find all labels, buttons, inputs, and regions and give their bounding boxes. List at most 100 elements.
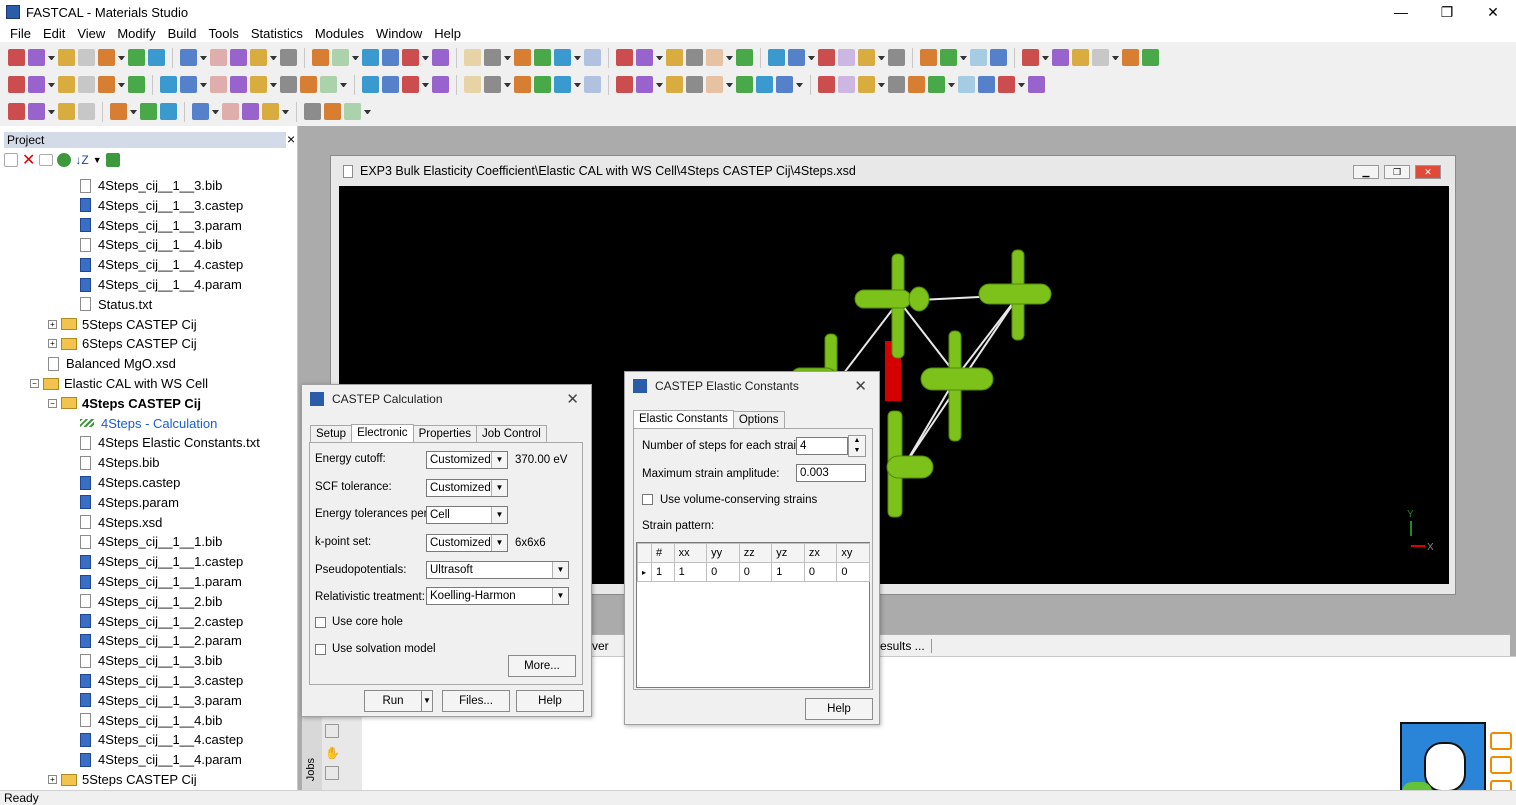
menu-view[interactable]: View	[71, 26, 111, 41]
close-button[interactable]: ✕	[1470, 0, 1516, 24]
menu-modules[interactable]: Modules	[309, 26, 370, 41]
elastic-help-button[interactable]: Help	[805, 698, 873, 720]
toolbar-tool-icon[interactable]	[180, 76, 197, 93]
pseudopotentials-combo[interactable]: Ultrasoft ▼	[426, 561, 569, 579]
toolbar-tool-icon[interactable]	[312, 49, 329, 66]
jobs-view-icon[interactable]	[325, 766, 339, 780]
tab-elastic-constants[interactable]: Elastic Constants	[633, 410, 734, 428]
steps-spinner[interactable]: ▲ ▼	[848, 435, 866, 457]
toolbar-tool-icon[interactable]	[98, 76, 115, 93]
tree-item[interactable]: 4Steps_cij__1__4.castep	[80, 730, 243, 749]
toolbar-tool-icon[interactable]	[382, 76, 399, 93]
import-icon[interactable]	[105, 153, 120, 167]
delete-icon[interactable]: ✕	[22, 150, 35, 170]
toolbar-tool-icon[interactable]	[432, 49, 449, 66]
cell-yy[interactable]: 0	[706, 562, 740, 582]
toolbar-tool-icon[interactable]	[230, 49, 247, 66]
tree-item[interactable]: Status.txt	[80, 295, 152, 314]
toolbar-tool-icon[interactable]	[250, 49, 267, 66]
tree-item[interactable]: 4Steps.castep	[80, 473, 180, 492]
toolbar-tool-icon[interactable]	[262, 103, 279, 120]
toolbar-tool-icon[interactable]	[362, 49, 379, 66]
toolbar-tool-icon[interactable]	[1142, 49, 1159, 66]
toolbar-tool-icon[interactable]	[686, 76, 703, 93]
tree-item[interactable]: 4Steps_cij__1__1.bib	[80, 532, 222, 551]
tab-properties[interactable]: Properties	[412, 425, 477, 442]
dropdown-arrow-icon[interactable]	[340, 82, 347, 87]
doc-minimize-button[interactable]: ▁	[1353, 165, 1379, 179]
tree-item[interactable]: +5Steps CASTEP Cij	[48, 315, 197, 334]
solvation-checkbox[interactable]	[315, 644, 326, 655]
toolbar-tool-icon[interactable]	[584, 76, 601, 93]
steps-input[interactable]: 4	[796, 437, 848, 455]
menu-help[interactable]: Help	[428, 26, 467, 41]
toolbar-tool-icon[interactable]	[332, 49, 349, 66]
toolbar-tool-icon[interactable]	[514, 49, 531, 66]
toolbar-tool-icon[interactable]	[230, 76, 247, 93]
toolbar-tool-icon[interactable]	[192, 103, 209, 120]
dropdown-arrow-icon[interactable]	[656, 82, 663, 87]
toolbar-tool-icon[interactable]	[210, 49, 227, 66]
tree-item[interactable]: +6Steps CASTEP Cij	[48, 334, 197, 353]
toolbar-tool-icon[interactable]	[788, 49, 805, 66]
toolbar-tool-icon[interactable]	[210, 76, 227, 93]
doc-close-button[interactable]: ✕	[1415, 165, 1441, 179]
dropdown-arrow-icon[interactable]	[364, 109, 371, 114]
run-dropdown-icon[interactable]: ▼	[421, 690, 433, 712]
menu-window[interactable]: Window	[370, 26, 428, 41]
tab-electronic[interactable]: Electronic	[351, 424, 414, 442]
toolbar-tool-icon[interactable]	[8, 49, 25, 66]
toolbar-tool-icon[interactable]	[280, 49, 297, 66]
volume-conserving-checkbox[interactable]	[642, 494, 653, 505]
toolbar-tool-icon[interactable]	[756, 76, 773, 93]
tree-item[interactable]: 4Steps_cij__1__3.castep	[80, 196, 243, 215]
tab-options[interactable]: Options	[732, 411, 785, 428]
toolbar-tool-icon[interactable]	[402, 76, 419, 93]
toolbar-tool-icon[interactable]	[888, 76, 905, 93]
tree-item[interactable]: 4Steps_cij__1__1.param	[80, 572, 242, 591]
more-button[interactable]: More...	[508, 655, 576, 677]
strain-amplitude-input[interactable]: 0.003	[796, 464, 866, 482]
toolbar-tool-icon[interactable]	[888, 49, 905, 66]
strain-pattern-grid[interactable]: # xx yy zz yz zx xy ▸ 1 1 0 0 1 0 0	[636, 542, 870, 688]
menu-file[interactable]: File	[4, 26, 37, 41]
toolbar-tool-icon[interactable]	[98, 49, 115, 66]
dialog-close-icon[interactable]: ✕	[566, 390, 579, 408]
toolbar-tool-icon[interactable]	[160, 103, 177, 120]
tab-setup[interactable]: Setup	[310, 425, 353, 442]
toolbar-tool-icon[interactable]	[402, 49, 419, 66]
elastic-close-icon[interactable]: ✕	[854, 377, 867, 395]
cell-xy[interactable]: 0	[836, 562, 870, 582]
toolbar-tool-icon[interactable]	[484, 49, 501, 66]
toolbar-tool-icon[interactable]	[78, 76, 95, 93]
toolbar-tool-icon[interactable]	[28, 49, 45, 66]
toolbar-tool-icon[interactable]	[464, 49, 481, 66]
toolbar-tool-icon[interactable]	[464, 76, 481, 93]
toolbar-tool-icon[interactable]	[58, 103, 75, 120]
toolbar-tool-icon[interactable]	[8, 76, 25, 93]
properties-icon[interactable]	[39, 154, 54, 166]
toolbar-tool-icon[interactable]	[28, 103, 45, 120]
toolbar-tool-icon[interactable]	[554, 49, 571, 66]
toolbar-tool-icon[interactable]	[534, 49, 551, 66]
dropdown-arrow-icon[interactable]	[422, 55, 429, 60]
tree-item[interactable]: 4Steps_cij__1__4.bib	[80, 235, 222, 254]
dropdown-arrow-icon[interactable]	[878, 82, 885, 87]
table-row[interactable]: ▸ 1 1 0 0 1 0 0	[637, 562, 870, 582]
expand-icon[interactable]: +	[48, 319, 57, 329]
toolbar-tool-icon[interactable]	[998, 76, 1015, 93]
toolbar-tool-icon[interactable]	[990, 49, 1007, 66]
toolbar-tool-icon[interactable]	[920, 49, 937, 66]
menu-modify[interactable]: Modify	[111, 26, 161, 41]
toolbar-tool-icon[interactable]	[858, 76, 875, 93]
dropdown-arrow-icon[interactable]	[200, 55, 207, 60]
atom-top-right[interactable]	[978, 249, 1052, 341]
tree-item[interactable]: 4Steps_cij__1__3.castep	[80, 671, 243, 690]
toolbar-tool-icon[interactable]	[222, 103, 239, 120]
toolbar-tool-icon[interactable]	[736, 49, 753, 66]
toolbar-tool-icon[interactable]	[706, 76, 723, 93]
toolbar-tool-icon[interactable]	[636, 76, 653, 93]
tree-item[interactable]: 4Steps_cij__1__3.bib	[80, 176, 222, 195]
toolbar-tool-icon[interactable]	[768, 49, 785, 66]
toolbar-tool-icon[interactable]	[58, 49, 75, 66]
